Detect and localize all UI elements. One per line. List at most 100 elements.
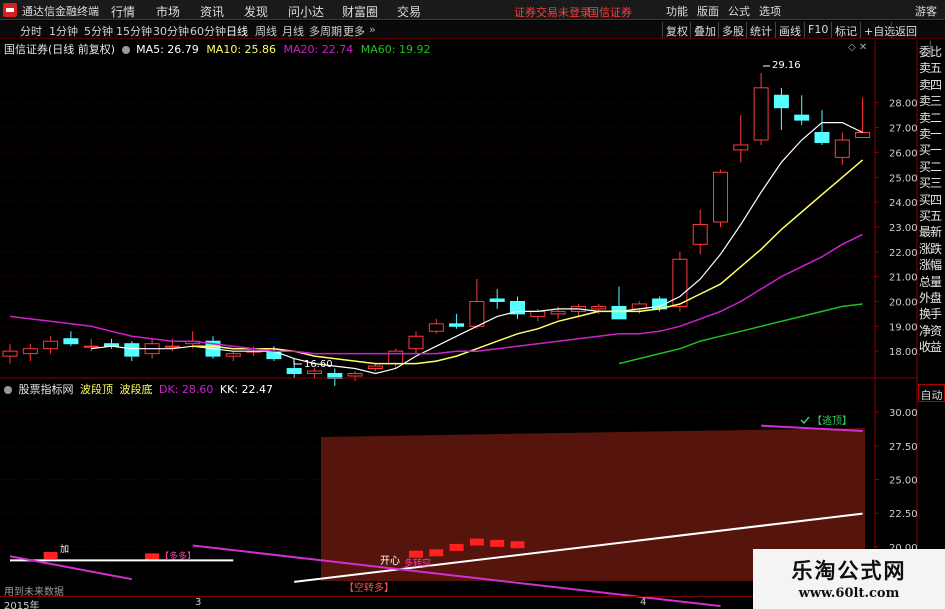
candle-body (794, 114, 810, 121)
watermark: 乐淘公式网 www.60lt.com (753, 549, 945, 609)
candle-body (83, 345, 99, 348)
candle-body (266, 350, 282, 360)
candle-body (692, 223, 708, 245)
sidebar-item-14[interactable]: 总量 (919, 273, 945, 290)
candle-body (63, 338, 79, 345)
checkmark-icon (800, 416, 810, 425)
main-chart-header: 国信证券(日线 前复权) MA5: 26.79 MA10: 25.86 MA20… (4, 41, 430, 57)
sidebar-item-12[interactable]: 涨跌 (919, 240, 945, 257)
signal-bar (43, 551, 58, 559)
candle-body (469, 300, 485, 327)
sidebar-item-17[interactable]: 净资 (919, 322, 945, 339)
candle-body (449, 323, 465, 327)
sidebar-top-label: │ │ (928, 41, 933, 56)
sub-ytick-label: 22.50 (889, 509, 918, 520)
main-ytick-label: 22.00 (889, 248, 918, 259)
candle-body (22, 348, 38, 355)
sidebar-item-3[interactable]: 卖三 (919, 92, 945, 109)
kk-label: KK: 22.47 (219, 383, 274, 396)
main-ytick-label: 26.00 (889, 148, 918, 159)
sidebar-item-11[interactable]: 最新 (919, 223, 945, 240)
main-ytick-label: 20.00 (889, 297, 918, 308)
candle-body (855, 132, 871, 138)
main-ytick-label: 25.00 (889, 173, 918, 184)
sidebar-item-2[interactable]: 卖四 (919, 76, 945, 93)
signal-bar (145, 553, 160, 561)
settings-dot-icon[interactable] (4, 386, 12, 394)
sub-chart-header: 股票指标网 波段顶 波段底 DK: 28.60 KK: 22.47 (4, 381, 273, 397)
candle-body (550, 310, 566, 315)
indicator-name1: 波段顶 (80, 383, 113, 396)
candle-body (428, 323, 444, 332)
signal-zone-top (321, 428, 865, 437)
candle-body (164, 345, 180, 348)
ma60-label: MA60: 19.92 (360, 43, 431, 56)
candle-body (713, 171, 728, 223)
chart-area: 18.00 19.00 20.00 21.00 22.00 23.00 24.00 25.00… (0, 41, 918, 608)
sidebar-item-6[interactable]: 买一 (919, 141, 945, 158)
indicator-title: 股票指标网 (18, 383, 74, 396)
sub-ytick-label: 27.50 (889, 442, 918, 453)
annotation-tiaotao: 【逃顶】 (812, 414, 852, 427)
high-price-label: 29.16 (772, 60, 801, 71)
main-ytick-label: 18.00 (889, 347, 918, 358)
sidebar-item-5[interactable]: 卖一 (919, 125, 945, 142)
signal-bar (490, 539, 505, 547)
candle-body (834, 139, 850, 158)
ma-line-ma5 (91, 122, 863, 375)
candle-body (2, 350, 18, 357)
sidebar-item-7[interactable]: 买二 (919, 158, 945, 175)
sidebar-item-13[interactable]: 涨幅 (919, 256, 945, 273)
candle-body (124, 343, 140, 357)
sidebar-item-1[interactable]: 卖五 (919, 59, 945, 76)
sidebar-item-16[interactable]: 换手 (919, 305, 945, 322)
watermark-title: 乐淘公式网 (791, 558, 907, 583)
time-label-march: 3 (195, 597, 202, 608)
annotation-jia: 加 (60, 544, 69, 555)
watermark-url: www.60lt.com (798, 586, 900, 601)
time-label-april: 4 (640, 597, 647, 608)
candle-body (611, 305, 627, 320)
ma-line-ma60 (618, 303, 863, 365)
candle-body (530, 310, 546, 317)
signal-bar (429, 549, 444, 557)
sidebar-item-18[interactable]: 收益 (919, 338, 945, 355)
zoom-controls[interactable]: ◇ ✕ (848, 42, 867, 53)
time-label-year: 2015年 (4, 601, 40, 609)
sidebar-item-8[interactable]: 买三 (919, 174, 945, 191)
ma5-label: MA5: 26.79 (136, 43, 199, 56)
candle-body (753, 87, 769, 141)
sub-ytick-label: 30.00 (889, 408, 918, 419)
annotation-duozhuankong: 多转空 (404, 557, 431, 569)
low-price-label: 16.60 (304, 359, 333, 370)
main-ytick-label: 21.00 (889, 273, 918, 284)
candle-body (489, 298, 505, 302)
ma20-label: MA20: 22.74 (283, 43, 354, 56)
auto-button[interactable]: 自动 (918, 384, 945, 402)
signal-bar (409, 550, 423, 558)
candle-body (814, 132, 830, 143)
candle-body (591, 305, 607, 310)
signal-bar (510, 541, 525, 549)
candle-body (43, 340, 59, 350)
candle-body (408, 335, 424, 350)
main-ytick-label: 19.00 (889, 322, 918, 333)
sidebar-item-10[interactable]: 买五 (919, 207, 945, 224)
main-ytick-label: 23.00 (889, 223, 918, 234)
ma10-label: MA10: 25.86 (206, 43, 277, 56)
candle-body (733, 144, 749, 151)
dk-label: DK: 28.60 (159, 383, 214, 396)
quote-sidebar: 委比 卖五 卖四 卖三 卖二 卖一 买一 买二 买三 买四 买五 最新 涨跌 涨幅 总量 外盘 换手 净资 收益 (918, 41, 945, 366)
main-ytick-label: 27.00 (889, 124, 918, 135)
main-ytick-label: 28.00 (889, 99, 918, 110)
sidebar-item-15[interactable]: 外盘 (919, 289, 945, 306)
annotation-jiucang: 开心 (380, 555, 400, 567)
annotation-duoduo: 【多多】 (160, 550, 196, 562)
sidebar-item-4[interactable]: 卖二 (919, 109, 945, 126)
sub-ytick-label: 25.00 (889, 476, 918, 487)
candle-body (307, 370, 322, 375)
candle-body (773, 94, 789, 109)
sidebar-item-9[interactable]: 买四 (919, 191, 945, 208)
settings-dot-icon[interactable] (121, 46, 130, 54)
candle-body (286, 368, 302, 375)
